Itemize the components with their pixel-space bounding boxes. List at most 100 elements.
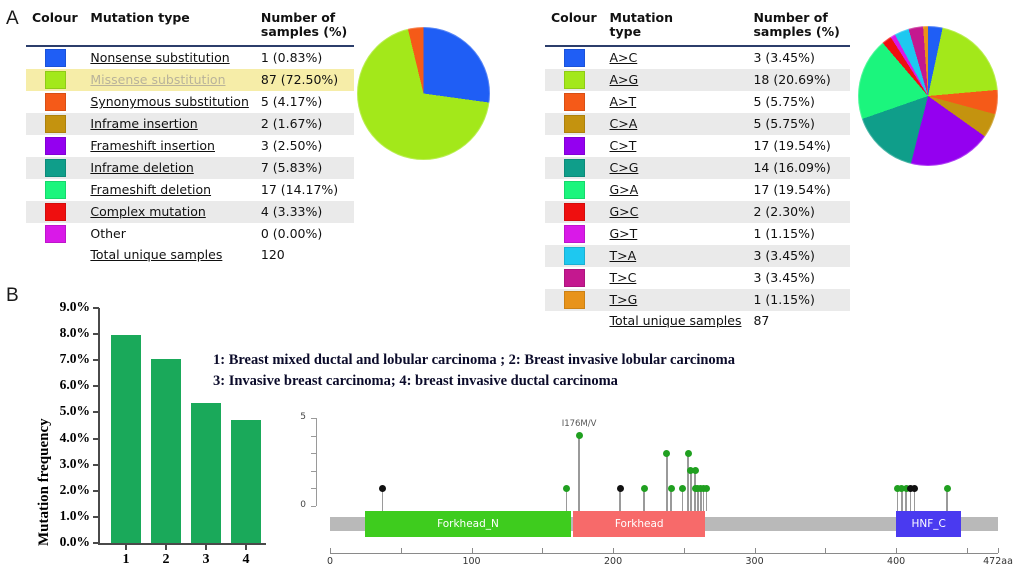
substitution-type-cell[interactable]: A>T (604, 91, 748, 113)
colour-swatch (44, 158, 66, 177)
lollipop-marker[interactable] (663, 449, 671, 457)
substitution-type-link[interactable]: T>A (610, 248, 637, 263)
substitution-type-cell[interactable]: C>T (604, 135, 748, 157)
lollipop-marker[interactable] (640, 484, 648, 492)
substitution-type-cell[interactable]: G>C (603, 200, 748, 223)
ruler-label: 100 (462, 556, 481, 567)
substitution-type-cell[interactable]: G>T (604, 223, 748, 245)
table-row: A>C 3 (3.45%) (545, 46, 850, 69)
table-total-row: Total unique samples 87 (545, 311, 850, 330)
bar (111, 335, 141, 543)
total-unique-samples-link[interactable]: Total unique samples (610, 313, 742, 328)
lollipop-marker[interactable] (378, 484, 386, 492)
lollipop-stem (578, 435, 580, 511)
bar-chart-x-tick-label: 3 (202, 552, 210, 567)
ruler-tick (683, 548, 685, 553)
sample-count-cell: 17 (19.54%) (753, 138, 831, 154)
lollipop-marker[interactable] (943, 484, 951, 492)
substitution-type-link[interactable]: T>C (610, 270, 637, 285)
protein-domain-forkhead[interactable]: Forkhead (573, 511, 706, 537)
mutation-type-cell[interactable]: Complex mutation (84, 200, 255, 223)
colour-swatch-cell (26, 135, 84, 157)
mutation-type-pie-chart (357, 27, 490, 160)
mutation-type-link[interactable]: Missense substitution (90, 72, 225, 87)
substitution-type-cell[interactable]: A>G (603, 68, 748, 91)
mutation-type-cell[interactable]: Synonymous substitution (84, 91, 254, 113)
mutation-type-link[interactable]: Nonsense substitution (90, 50, 229, 65)
ruler-label: 472aa (983, 556, 1013, 567)
lollipop-marker[interactable] (678, 484, 686, 492)
substitution-type-link[interactable]: C>A (610, 116, 638, 131)
table-row: C>T 17 (19.54%) (545, 135, 850, 157)
lollipop-marker[interactable] (562, 484, 570, 492)
bar-chart-y-axis-line (98, 308, 100, 543)
substitution-type-cell[interactable]: T>A (603, 244, 748, 267)
lollipop-y-tick-mark (311, 488, 316, 490)
bar (151, 358, 181, 543)
table-row: Inframe insertion 2 (1.67%) (26, 112, 354, 135)
table-row: G>T 1 (1.15%) (545, 223, 850, 245)
sample-count-cell: 87 (72.50%) (254, 68, 354, 91)
total-label-cell[interactable]: Total unique samples (84, 245, 254, 264)
mutation-type-link[interactable]: Inframe insertion (90, 116, 197, 131)
mutation-type-cell[interactable]: Inframe insertion (84, 112, 255, 135)
ruler-tick (998, 548, 999, 553)
substitution-type-link[interactable]: C>G (610, 160, 639, 175)
colour-swatch-cell (26, 46, 84, 69)
lollipop-marker[interactable] (684, 449, 692, 457)
colour-swatch (563, 202, 585, 221)
substitution-type-cell[interactable]: A>C (604, 46, 748, 69)
mutation-type-cell[interactable]: Frameshift insertion (84, 135, 254, 157)
substitution-type-cell[interactable]: G>A (604, 179, 748, 201)
mutation-type-link[interactable]: Frameshift insertion (90, 138, 215, 153)
substitution-type-cell[interactable]: C>A (603, 112, 748, 135)
substitution-type-link[interactable]: G>C (610, 204, 639, 219)
substitution-type-link[interactable]: T>G (610, 292, 638, 307)
bar (231, 420, 261, 543)
colour-swatch (44, 136, 66, 155)
lollipop-marker[interactable] (691, 467, 699, 475)
substitution-type-link[interactable]: C>T (610, 138, 637, 153)
empty-cell (545, 311, 604, 330)
lollipop-marker[interactable] (911, 484, 918, 492)
table-row: G>C 2 (2.30%) (545, 200, 850, 223)
substitution-type-link[interactable]: A>T (610, 94, 637, 109)
protein-domain-hnf_c[interactable]: HNF_C (896, 511, 962, 537)
header-number-of-samples: Number of samples (%) (747, 8, 850, 47)
substitution-type-link[interactable]: A>C (610, 50, 638, 65)
mutation-type-link[interactable]: Inframe deletion (90, 160, 193, 175)
substitution-type-cell[interactable]: T>C (604, 267, 748, 289)
lollipop-marker[interactable] (616, 484, 624, 492)
substitution-type-link[interactable]: G>A (610, 182, 639, 197)
mutation-frequency-bar-chart: Mutation frequency 0.0% 1.0% 2.0% 3.0% 4.0% 5… (20, 296, 270, 571)
total-unique-samples-link[interactable]: Total unique samples (90, 247, 222, 262)
mutation-type-cell[interactable]: Missense substitution (84, 68, 255, 91)
lollipop-marker[interactable] (667, 484, 675, 492)
substitution-type-cell[interactable]: C>G (603, 156, 748, 179)
mutation-type-cell[interactable]: Nonsense substitution (84, 46, 254, 69)
bar-chart-x-axis-line (98, 543, 266, 545)
substitution-type-link[interactable]: A>G (610, 72, 639, 87)
lollipop-marker[interactable] (702, 484, 710, 492)
mutation-type-link[interactable]: Complex mutation (90, 204, 205, 219)
table-row: A>G 18 (20.69%) (545, 68, 850, 91)
substitution-type-link[interactable]: G>T (610, 226, 638, 241)
mutation-type-link[interactable]: Frameshift deletion (90, 182, 211, 197)
lollipop-marker[interactable] (575, 432, 583, 440)
sample-count-cell: 3 (2.50%) (260, 138, 323, 154)
mutation-type-label: Other (90, 226, 126, 242)
total-label-cell[interactable]: Total unique samples (604, 311, 748, 330)
bar-chart-x-tick-mark (245, 545, 247, 550)
ruler-tick (400, 548, 402, 553)
sample-count-cell: 1 (0.83%) (260, 50, 323, 66)
bar-chart-y-tick-label: 8.0% (59, 325, 90, 341)
substitution-pie-chart (858, 26, 998, 166)
mutation-type-cell[interactable]: Frameshift deletion (84, 179, 254, 201)
panel-label-b: B (6, 285, 19, 306)
mutation-type-cell[interactable]: Inframe deletion (84, 156, 255, 179)
protein-domain-forkhead_n[interactable]: Forkhead_N (365, 511, 571, 537)
substitution-type-cell[interactable]: T>G (603, 288, 748, 311)
colour-swatch-cell (545, 46, 604, 69)
header-samples-line1: Number of (753, 10, 828, 25)
mutation-type-link[interactable]: Synonymous substitution (90, 94, 248, 109)
